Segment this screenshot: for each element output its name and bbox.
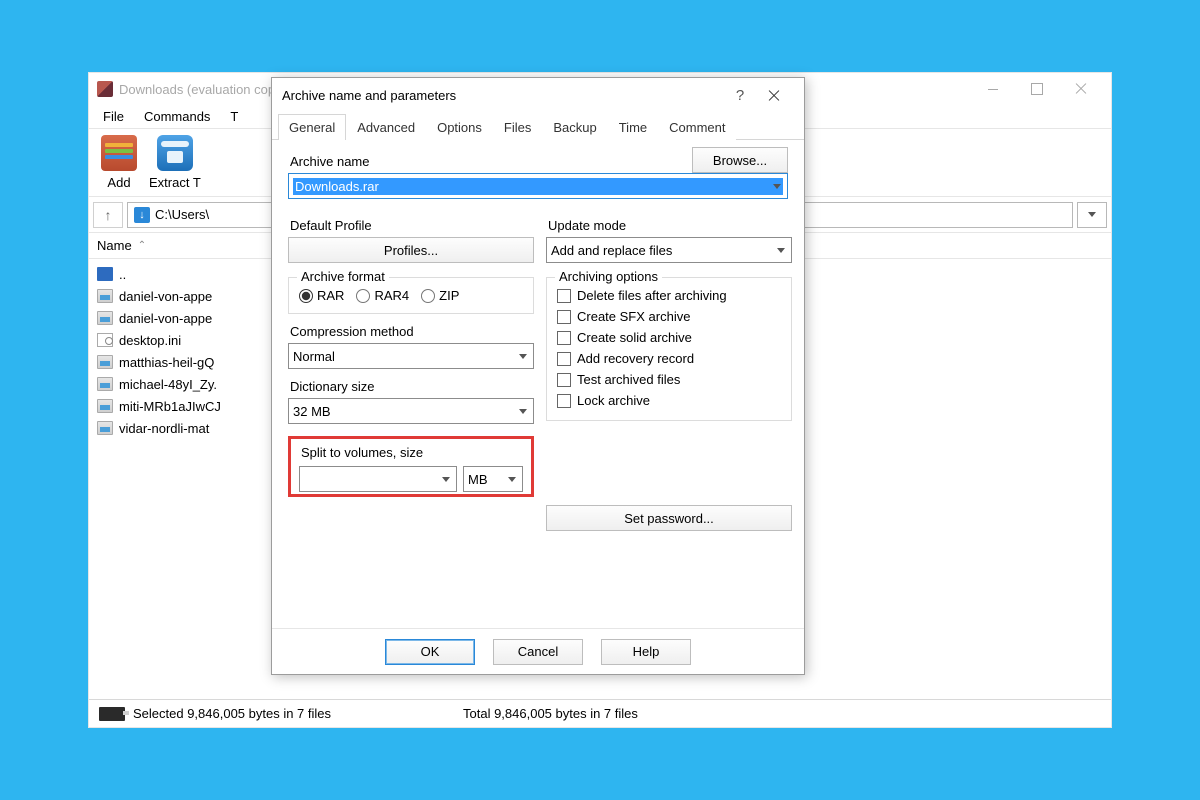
checkbox-icon — [557, 352, 571, 366]
archive-format-label: Archive format — [297, 269, 389, 284]
sort-asc-icon: ⌃ — [138, 240, 146, 251]
toolbar-extract-button[interactable]: Extract T — [149, 135, 201, 190]
archive-params-dialog: Archive name and parameters ? General Ad… — [271, 77, 805, 675]
default-profile-label: Default Profile — [290, 218, 534, 233]
tab-general[interactable]: General — [278, 114, 346, 140]
archive-name-combobox[interactable] — [288, 173, 788, 199]
archive-format-group: Archive format RAR RAR4 ZIP — [288, 277, 534, 314]
help-button[interactable]: Help — [601, 639, 691, 665]
toolbar-add-label: Add — [107, 175, 130, 190]
checkbox-solid[interactable]: Create solid archive — [557, 330, 781, 345]
image-file-icon — [97, 421, 113, 435]
ok-button[interactable]: OK — [385, 639, 475, 665]
checkbox-icon — [557, 394, 571, 408]
menu-tools[interactable]: T — [222, 107, 246, 126]
radio-zip[interactable]: ZIP — [421, 288, 459, 303]
path-value: C:\Users\ — [155, 207, 209, 222]
status-selected: Selected 9,846,005 bytes in 7 files — [133, 706, 463, 721]
tab-files[interactable]: Files — [493, 114, 542, 140]
go-up-button[interactable] — [93, 202, 123, 228]
winrar-icon — [97, 81, 113, 97]
chevron-down-icon — [777, 248, 785, 253]
dictionary-size-select[interactable]: 32 MB — [288, 398, 534, 424]
archive-name-label: Archive name — [290, 154, 682, 169]
split-volumes-label: Split to volumes, size — [301, 445, 523, 460]
chevron-down-icon — [1088, 212, 1096, 217]
checkbox-delete-after[interactable]: Delete files after archiving — [557, 288, 781, 303]
checkbox-icon — [557, 310, 571, 324]
tab-advanced[interactable]: Advanced — [346, 114, 426, 140]
menu-commands[interactable]: Commands — [136, 107, 218, 126]
minimize-button[interactable] — [971, 75, 1015, 103]
dialog-titlebar: Archive name and parameters ? — [272, 78, 804, 112]
chevron-down-icon — [519, 354, 527, 359]
chevron-down-icon — [773, 184, 781, 189]
tab-time[interactable]: Time — [608, 114, 658, 140]
dialog-close-button[interactable] — [754, 81, 794, 109]
image-file-icon — [97, 377, 113, 391]
split-volumes-highlight: Split to volumes, size MB — [288, 436, 534, 497]
toolbar-extract-label: Extract T — [149, 175, 201, 190]
image-file-icon — [97, 399, 113, 413]
checkbox-icon — [557, 331, 571, 345]
profiles-button[interactable]: Profiles... — [288, 237, 534, 263]
dialog-help-button[interactable]: ? — [726, 87, 754, 104]
keyboard-icon — [99, 707, 125, 721]
maximize-button[interactable] — [1015, 75, 1059, 103]
close-button[interactable] — [1059, 75, 1103, 103]
parent-dir-icon — [97, 267, 113, 281]
tab-backup[interactable]: Backup — [542, 114, 607, 140]
update-mode-select[interactable]: Add and replace files — [546, 237, 792, 263]
checkbox-lock[interactable]: Lock archive — [557, 393, 781, 408]
path-dropdown-button[interactable] — [1077, 202, 1107, 228]
chevron-down-icon — [442, 477, 450, 482]
checkbox-sfx[interactable]: Create SFX archive — [557, 309, 781, 324]
split-unit-select[interactable]: MB — [463, 466, 523, 492]
toolbar-add-button[interactable]: Add — [101, 135, 137, 190]
status-bar: Selected 9,846,005 bytes in 7 files Tota… — [89, 699, 1111, 727]
radio-rar[interactable]: RAR — [299, 288, 344, 303]
image-file-icon — [97, 289, 113, 303]
split-size-combobox[interactable] — [299, 466, 457, 492]
checkbox-test[interactable]: Test archived files — [557, 372, 781, 387]
set-password-button[interactable]: Set password... — [546, 505, 792, 531]
header-name: Name — [97, 238, 132, 253]
add-archive-icon — [101, 135, 137, 171]
update-mode-label: Update mode — [548, 218, 792, 233]
image-file-icon — [97, 355, 113, 369]
checkbox-icon — [557, 373, 571, 387]
compression-method-label: Compression method — [290, 324, 534, 339]
tab-comment[interactable]: Comment — [658, 114, 736, 140]
status-total: Total 9,846,005 bytes in 7 files — [463, 706, 638, 721]
tab-options[interactable]: Options — [426, 114, 493, 140]
archive-name-input[interactable] — [293, 178, 783, 195]
compression-method-select[interactable]: Normal — [288, 343, 534, 369]
image-file-icon — [97, 311, 113, 325]
cancel-button[interactable]: Cancel — [493, 639, 583, 665]
chevron-down-icon — [519, 409, 527, 414]
ini-file-icon — [97, 333, 113, 347]
menu-file[interactable]: File — [95, 107, 132, 126]
checkbox-icon — [557, 289, 571, 303]
dialog-button-row: OK Cancel Help — [272, 628, 804, 674]
dialog-tabs: General Advanced Options Files Backup Ti… — [272, 112, 804, 140]
checkbox-recovery[interactable]: Add recovery record — [557, 351, 781, 366]
dictionary-size-label: Dictionary size — [290, 379, 534, 394]
down-arrow-icon: ↓ — [134, 207, 150, 223]
archiving-options-group: Archiving options Delete files after arc… — [546, 277, 792, 421]
radio-rar4[interactable]: RAR4 — [356, 288, 409, 303]
extract-icon — [157, 135, 193, 171]
chevron-down-icon — [508, 477, 516, 482]
dialog-title: Archive name and parameters — [282, 88, 726, 103]
archiving-options-label: Archiving options — [555, 269, 662, 284]
browse-button[interactable]: Browse... — [692, 147, 788, 173]
